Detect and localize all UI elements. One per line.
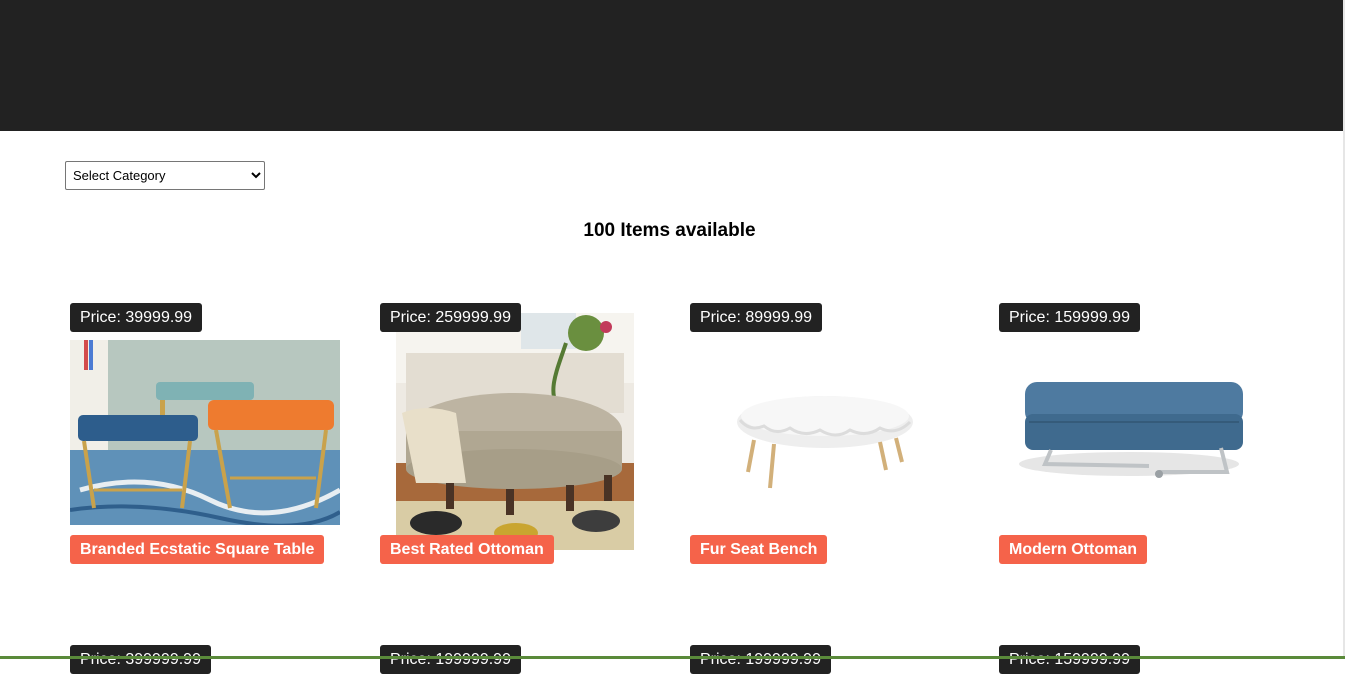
product-price: Price: 39999.99 — [70, 303, 203, 332]
product-image-modern-ottoman[interactable] — [999, 340, 1259, 525]
items-count: 100 Items available — [583, 220, 756, 241]
product-price: Price: 89999.99 — [690, 303, 823, 332]
product-price-next-row: Price: 159999.99 — [999, 645, 1140, 674]
modern-ottoman-illustration — [999, 340, 1259, 525]
product-price: Price: 159999.99 — [999, 303, 1140, 332]
category-select[interactable]: Select Category — [65, 161, 265, 190]
product-image-oval-ottoman[interactable] — [396, 313, 634, 550]
product-name[interactable]: Best Rated Ottoman — [380, 535, 554, 564]
product-image-fur-bench[interactable] — [690, 340, 950, 525]
product-price-next-row: Price: 399999.99 — [70, 645, 211, 674]
oval-ottoman-illustration — [396, 313, 634, 550]
top-navbar — [0, 0, 1343, 131]
product-name[interactable]: Fur Seat Bench — [690, 535, 828, 564]
product-image-stools[interactable] — [70, 340, 340, 525]
product-name[interactable]: Branded Ecstatic Square Table — [70, 535, 325, 564]
product-name[interactable]: Modern Ottoman — [999, 535, 1147, 564]
product-price-next-row: Price: 199999.99 — [690, 645, 831, 674]
stools-illustration — [70, 340, 340, 525]
product-price: Price: 259999.99 — [380, 303, 521, 332]
product-price-next-row: Price: 199999.99 — [380, 645, 521, 674]
fur-bench-illustration — [690, 340, 950, 525]
